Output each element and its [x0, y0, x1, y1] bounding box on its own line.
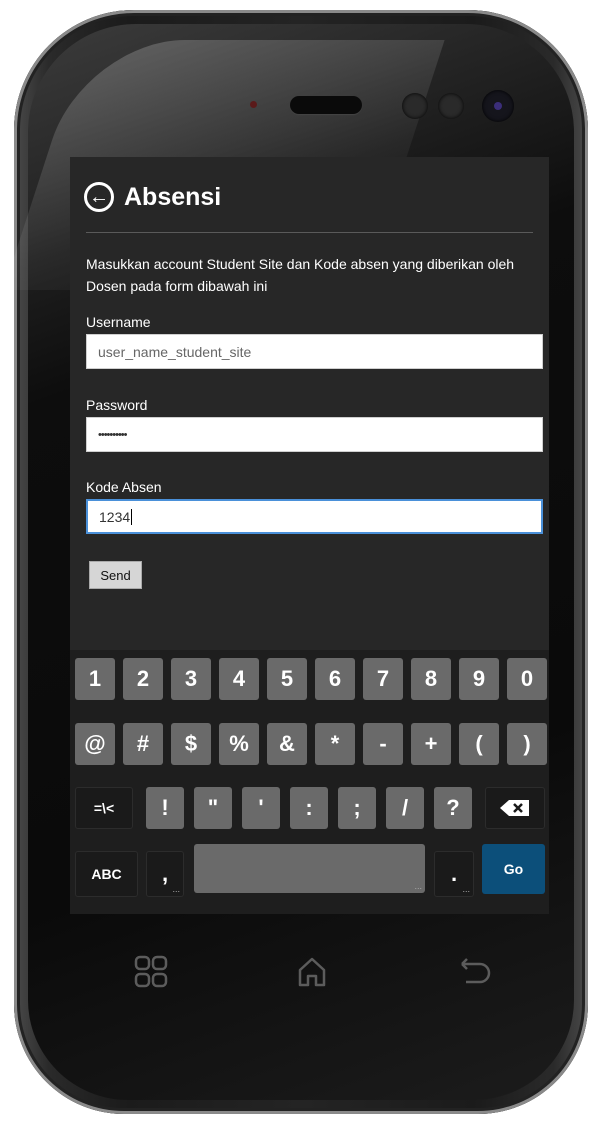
key-comma-label: , — [161, 861, 169, 886]
key-go[interactable]: Go — [482, 844, 545, 894]
password-value: •••••••••• — [98, 428, 127, 441]
led-indicator — [250, 101, 257, 108]
key-more-symbols[interactable]: =\< — [75, 787, 133, 829]
back-arrow-circle-icon[interactable]: ← — [84, 182, 114, 212]
key-4[interactable]: 4 — [219, 658, 259, 700]
key-ampersand[interactable]: & — [267, 723, 307, 765]
header-divider — [86, 232, 533, 233]
home-icon[interactable] — [294, 954, 330, 990]
key-5[interactable]: 5 — [267, 658, 307, 700]
earpiece-speaker — [290, 96, 362, 114]
key-semicolon[interactable]: ; — [338, 787, 376, 829]
send-button[interactable]: Send — [89, 561, 142, 589]
kode-absen-input[interactable]: 1234 — [86, 499, 543, 534]
key-abc[interactable]: ABC — [75, 851, 138, 897]
key-plus[interactable]: + — [411, 723, 451, 765]
key-exclamation[interactable]: ! — [146, 787, 184, 829]
app-header: ← Absensi — [84, 177, 221, 217]
key-percent[interactable]: % — [219, 723, 259, 765]
key-1[interactable]: 1 — [75, 658, 115, 700]
key-slash[interactable]: / — [386, 787, 424, 829]
key-2[interactable]: 2 — [123, 658, 163, 700]
instructions-text: Masukkan account Student Site dan Kode a… — [86, 256, 515, 294]
username-label: Username — [86, 314, 151, 330]
password-input[interactable]: •••••••••• — [86, 417, 543, 452]
username-placeholder: user_name_student_site — [98, 343, 252, 360]
key-period-label: . — [450, 861, 458, 886]
key-space[interactable]: ... — [194, 844, 425, 893]
password-label: Password — [86, 397, 148, 413]
key-7[interactable]: 7 — [363, 658, 403, 700]
sensor-1 — [402, 93, 428, 119]
key-9[interactable]: 9 — [459, 658, 499, 700]
key-comma-more: ... — [172, 884, 180, 894]
key-6[interactable]: 6 — [315, 658, 355, 700]
key-period-more: ... — [462, 884, 470, 894]
key-space-more: ... — [414, 881, 422, 891]
app-screen: ← Absensi Masukkan account Student Site … — [70, 157, 549, 914]
key-backspace[interactable] — [485, 787, 545, 829]
key-single-quote[interactable]: ' — [242, 787, 280, 829]
key-question[interactable]: ? — [434, 787, 472, 829]
key-0[interactable]: 0 — [507, 658, 547, 700]
key-double-quote[interactable]: " — [194, 787, 232, 829]
sensor-2 — [438, 93, 464, 119]
key-colon[interactable]: : — [290, 787, 328, 829]
key-minus[interactable]: - — [363, 723, 403, 765]
key-left-paren[interactable]: ( — [459, 723, 499, 765]
key-3[interactable]: 3 — [171, 658, 211, 700]
page-title: Absensi — [124, 182, 222, 211]
username-input[interactable]: user_name_student_site — [86, 334, 543, 369]
key-hash[interactable]: # — [123, 723, 163, 765]
back-icon[interactable] — [458, 954, 494, 990]
key-comma[interactable]: , ... — [146, 851, 184, 897]
onscreen-keyboard: 1 2 3 4 5 6 7 8 9 0 @ # $ % & * - + ( ) … — [70, 650, 549, 914]
key-asterisk[interactable]: * — [315, 723, 355, 765]
kode-absen-label: Kode Absen — [86, 479, 162, 495]
front-camera — [482, 90, 514, 122]
text-cursor — [131, 508, 133, 525]
key-period[interactable]: . ... — [434, 851, 474, 897]
key-8[interactable]: 8 — [411, 658, 451, 700]
backspace-icon — [500, 800, 529, 816]
key-dollar[interactable]: $ — [171, 723, 211, 765]
key-at[interactable]: @ — [75, 723, 115, 765]
kode-absen-value: 1234 — [99, 508, 131, 525]
key-right-paren[interactable]: ) — [507, 723, 547, 765]
recent-apps-icon[interactable] — [133, 954, 169, 990]
